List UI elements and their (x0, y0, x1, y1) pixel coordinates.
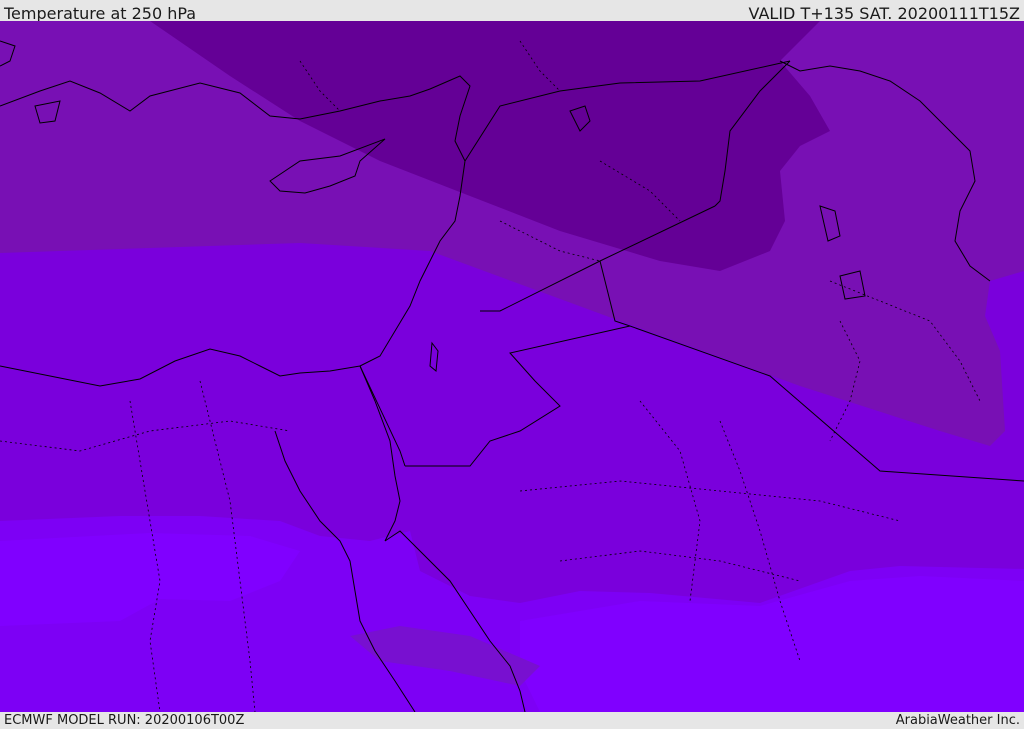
map-canvas (0, 21, 1024, 712)
model-run: ECMWF MODEL RUN: 20200106T00Z (4, 713, 245, 728)
header-bar: Temperature at 250 hPa VALID T+135 SAT. … (0, 0, 1024, 23)
credit: ArabiaWeather Inc. (895, 713, 1020, 728)
temperature-map (0, 21, 1024, 712)
footer-bar: ECMWF MODEL RUN: 20200106T00Z ArabiaWeat… (0, 712, 1024, 729)
